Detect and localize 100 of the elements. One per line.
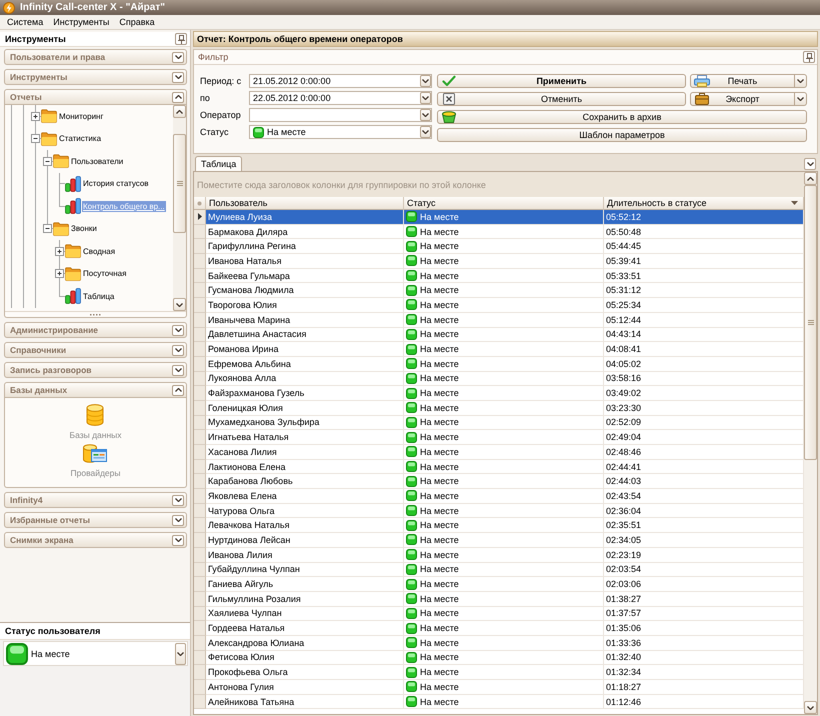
table-row[interactable]: Байкеева Гульмара На месте 05:33:51 [194, 268, 804, 284]
accordion-header[interactable]: Администрирование [4, 322, 187, 338]
scroll-thumb[interactable] [804, 185, 817, 460]
pin-button[interactable] [803, 51, 815, 63]
table-row[interactable]: Нуртдинова Лейсан На месте 02:34:05 [194, 533, 804, 548]
toggle-button[interactable] [172, 534, 184, 546]
tree-item[interactable]: Пользователи [70, 156, 124, 167]
accordion-header[interactable]: Снимки экрана [4, 532, 187, 548]
archive-button[interactable]: Сохранить в архив [437, 110, 807, 124]
table-row[interactable]: Фетисова Юлия На месте 01:32:40 [194, 650, 804, 666]
dropdown-button[interactable] [175, 642, 186, 664]
combo-field[interactable]: 21.05.2012 0:00:00 [249, 74, 432, 88]
tree-item[interactable]: Сводная [82, 246, 116, 257]
table-row[interactable]: Карабанова Любовь На месте 02:44:03 [194, 474, 804, 490]
table-row[interactable]: Иванова Лилия На месте 02:23:19 [194, 548, 804, 562]
accordion-header[interactable]: Инструменты [4, 69, 187, 85]
scrollbar[interactable] [804, 172, 817, 714]
menu-item[interactable]: Справка [114, 16, 160, 28]
dropdown-button[interactable] [795, 74, 807, 88]
tab-menu-button[interactable] [804, 158, 816, 170]
scroll-up-button[interactable] [804, 172, 817, 185]
accordion-header[interactable]: Infinity4 [4, 492, 187, 508]
dropdown-button[interactable] [420, 126, 431, 138]
toggle-button[interactable] [172, 514, 184, 526]
apply-button[interactable]: Применить [437, 74, 686, 88]
minus-box-icon[interactable] [31, 134, 40, 144]
toggle-button[interactable] [172, 364, 184, 376]
accordion-header[interactable]: Базы данных [4, 382, 187, 398]
print-button[interactable]: Печать [690, 74, 795, 88]
column-header[interactable]: Статус [404, 197, 604, 210]
table-row[interactable]: Лактионова Елена На месте 02:44:41 [194, 460, 804, 474]
dropdown-button[interactable] [420, 109, 431, 121]
scroll-thumb[interactable] [173, 134, 186, 233]
table-row[interactable]: Алейникова Татьяна На месте 01:12:46 [194, 694, 804, 710]
dropdown-button[interactable] [795, 92, 807, 106]
template-button[interactable]: Шаблон параметров [437, 128, 807, 142]
toggle-button[interactable] [172, 384, 184, 396]
table-row[interactable]: Бармакова Диляра На месте 05:50:48 [194, 224, 804, 240]
table-row[interactable]: Гордеева Наталья На месте 01:35:06 [194, 621, 804, 636]
accordion-header[interactable]: Избранные отчеты [4, 512, 187, 528]
table-row[interactable]: Гильмуллина Розалия На месте 01:38:27 [194, 592, 804, 607]
database-window-icon[interactable] [83, 444, 108, 464]
menu-item[interactable]: Система [2, 16, 48, 28]
scrollbar[interactable] [173, 105, 186, 311]
combo-field[interactable] [249, 108, 432, 122]
table-row[interactable]: Давлетшина Анастасия На месте 04:43:14 [194, 328, 804, 342]
pin-button[interactable] [175, 33, 187, 45]
scroll-up-button[interactable] [173, 105, 186, 118]
table-row[interactable]: Хасанова Лилия На месте 02:48:46 [194, 445, 804, 460]
minus-box-icon[interactable] [43, 224, 52, 234]
table-row[interactable]: Левачкова Наталья На месте 02:35:51 [194, 518, 804, 534]
table-row[interactable]: Гарифуллина Регина На месте 05:44:45 [194, 239, 804, 254]
export-button[interactable]: Экспорт [690, 92, 795, 106]
table-row[interactable]: Александрова Юлиана На месте 01:33:36 [194, 636, 804, 651]
table-row[interactable]: Яковлева Елена На месте 02:43:54 [194, 489, 804, 504]
toggle-button[interactable] [172, 52, 184, 62]
column-header[interactable]: Пользователь [206, 197, 404, 210]
scroll-down-button[interactable] [173, 298, 186, 311]
cancel-button[interactable]: Отменить [437, 92, 686, 106]
combo-field[interactable]: На месте [249, 125, 432, 139]
tree-item[interactable]: Посуточная [82, 268, 128, 280]
tree-item[interactable]: Статистика [58, 133, 102, 144]
tree-item[interactable]: Таблица [82, 290, 116, 302]
tab[interactable]: Таблица [195, 156, 242, 171]
table-row[interactable]: Ефремова Альбина На месте 04:05:02 [194, 356, 804, 372]
table-row[interactable]: Хаялиева Чулпан На месте 01:37:57 [194, 606, 804, 622]
toggle-button[interactable] [172, 324, 184, 336]
tree-item[interactable]: Звонки [70, 223, 98, 234]
plus-box-icon[interactable] [55, 246, 64, 256]
table-row[interactable]: Мухамедханова Зульфира На месте 02:52:09 [194, 416, 804, 430]
table-row[interactable]: Прокофьева Ольга На месте 01:32:34 [194, 665, 804, 680]
table-row[interactable]: Антонова Гулия На месте 01:18:27 [194, 680, 804, 695]
accordion-header[interactable]: Пользователи и права [4, 49, 187, 65]
database-icon[interactable] [86, 404, 104, 426]
status-dropdown[interactable]: На месте [3, 641, 188, 666]
table-row[interactable]: Романова Ирина На месте 04:08:41 [194, 342, 804, 357]
accordion-header[interactable]: Справочники [4, 342, 187, 358]
plus-box-icon[interactable] [31, 112, 40, 121]
table-row[interactable]: Файзрахманова Гузель На месте 03:49:02 [194, 386, 804, 401]
table-row[interactable]: Лукоянова Алла На месте 03:58:16 [194, 372, 804, 386]
table-row[interactable]: Творогова Юлия На месте 05:25:34 [194, 298, 804, 313]
table-row[interactable]: Игнатьева Наталья На месте 02:49:04 [194, 430, 804, 445]
table-row[interactable]: Иванова Наталья На месте 05:39:41 [194, 254, 804, 269]
menu-item[interactable]: Инструменты [48, 16, 114, 28]
table-row[interactable]: Губайдуллина Чулпан На месте 02:03:54 [194, 562, 804, 578]
plus-box-icon[interactable] [55, 269, 64, 278]
column-header[interactable]: Длительность в статусе [604, 197, 804, 210]
table-row[interactable]: Ганиева Айгуль На месте 02:03:06 [194, 577, 804, 592]
table-row[interactable]: Гусманова Людмила На месте 05:31:12 [194, 283, 804, 298]
table-row[interactable]: Мулиева Луиза На месте 05:52:12 [194, 210, 804, 225]
tree-item[interactable]: Мониторинг [58, 110, 104, 122]
accordion-header[interactable]: Отчеты [4, 89, 187, 105]
dropdown-button[interactable] [420, 92, 431, 104]
scroll-down-button[interactable] [804, 701, 817, 714]
table-row[interactable]: Иванычева Марина На месте 05:12:44 [194, 312, 804, 328]
combo-field[interactable]: 22.05.2012 0:00:00 [249, 91, 432, 105]
accordion-header[interactable]: Запись разговоров [4, 362, 187, 378]
dropdown-button[interactable] [420, 75, 431, 87]
table-row[interactable]: Чатурова Ольга На месте 02:36:04 [194, 504, 804, 518]
minus-box-icon[interactable] [43, 156, 52, 166]
